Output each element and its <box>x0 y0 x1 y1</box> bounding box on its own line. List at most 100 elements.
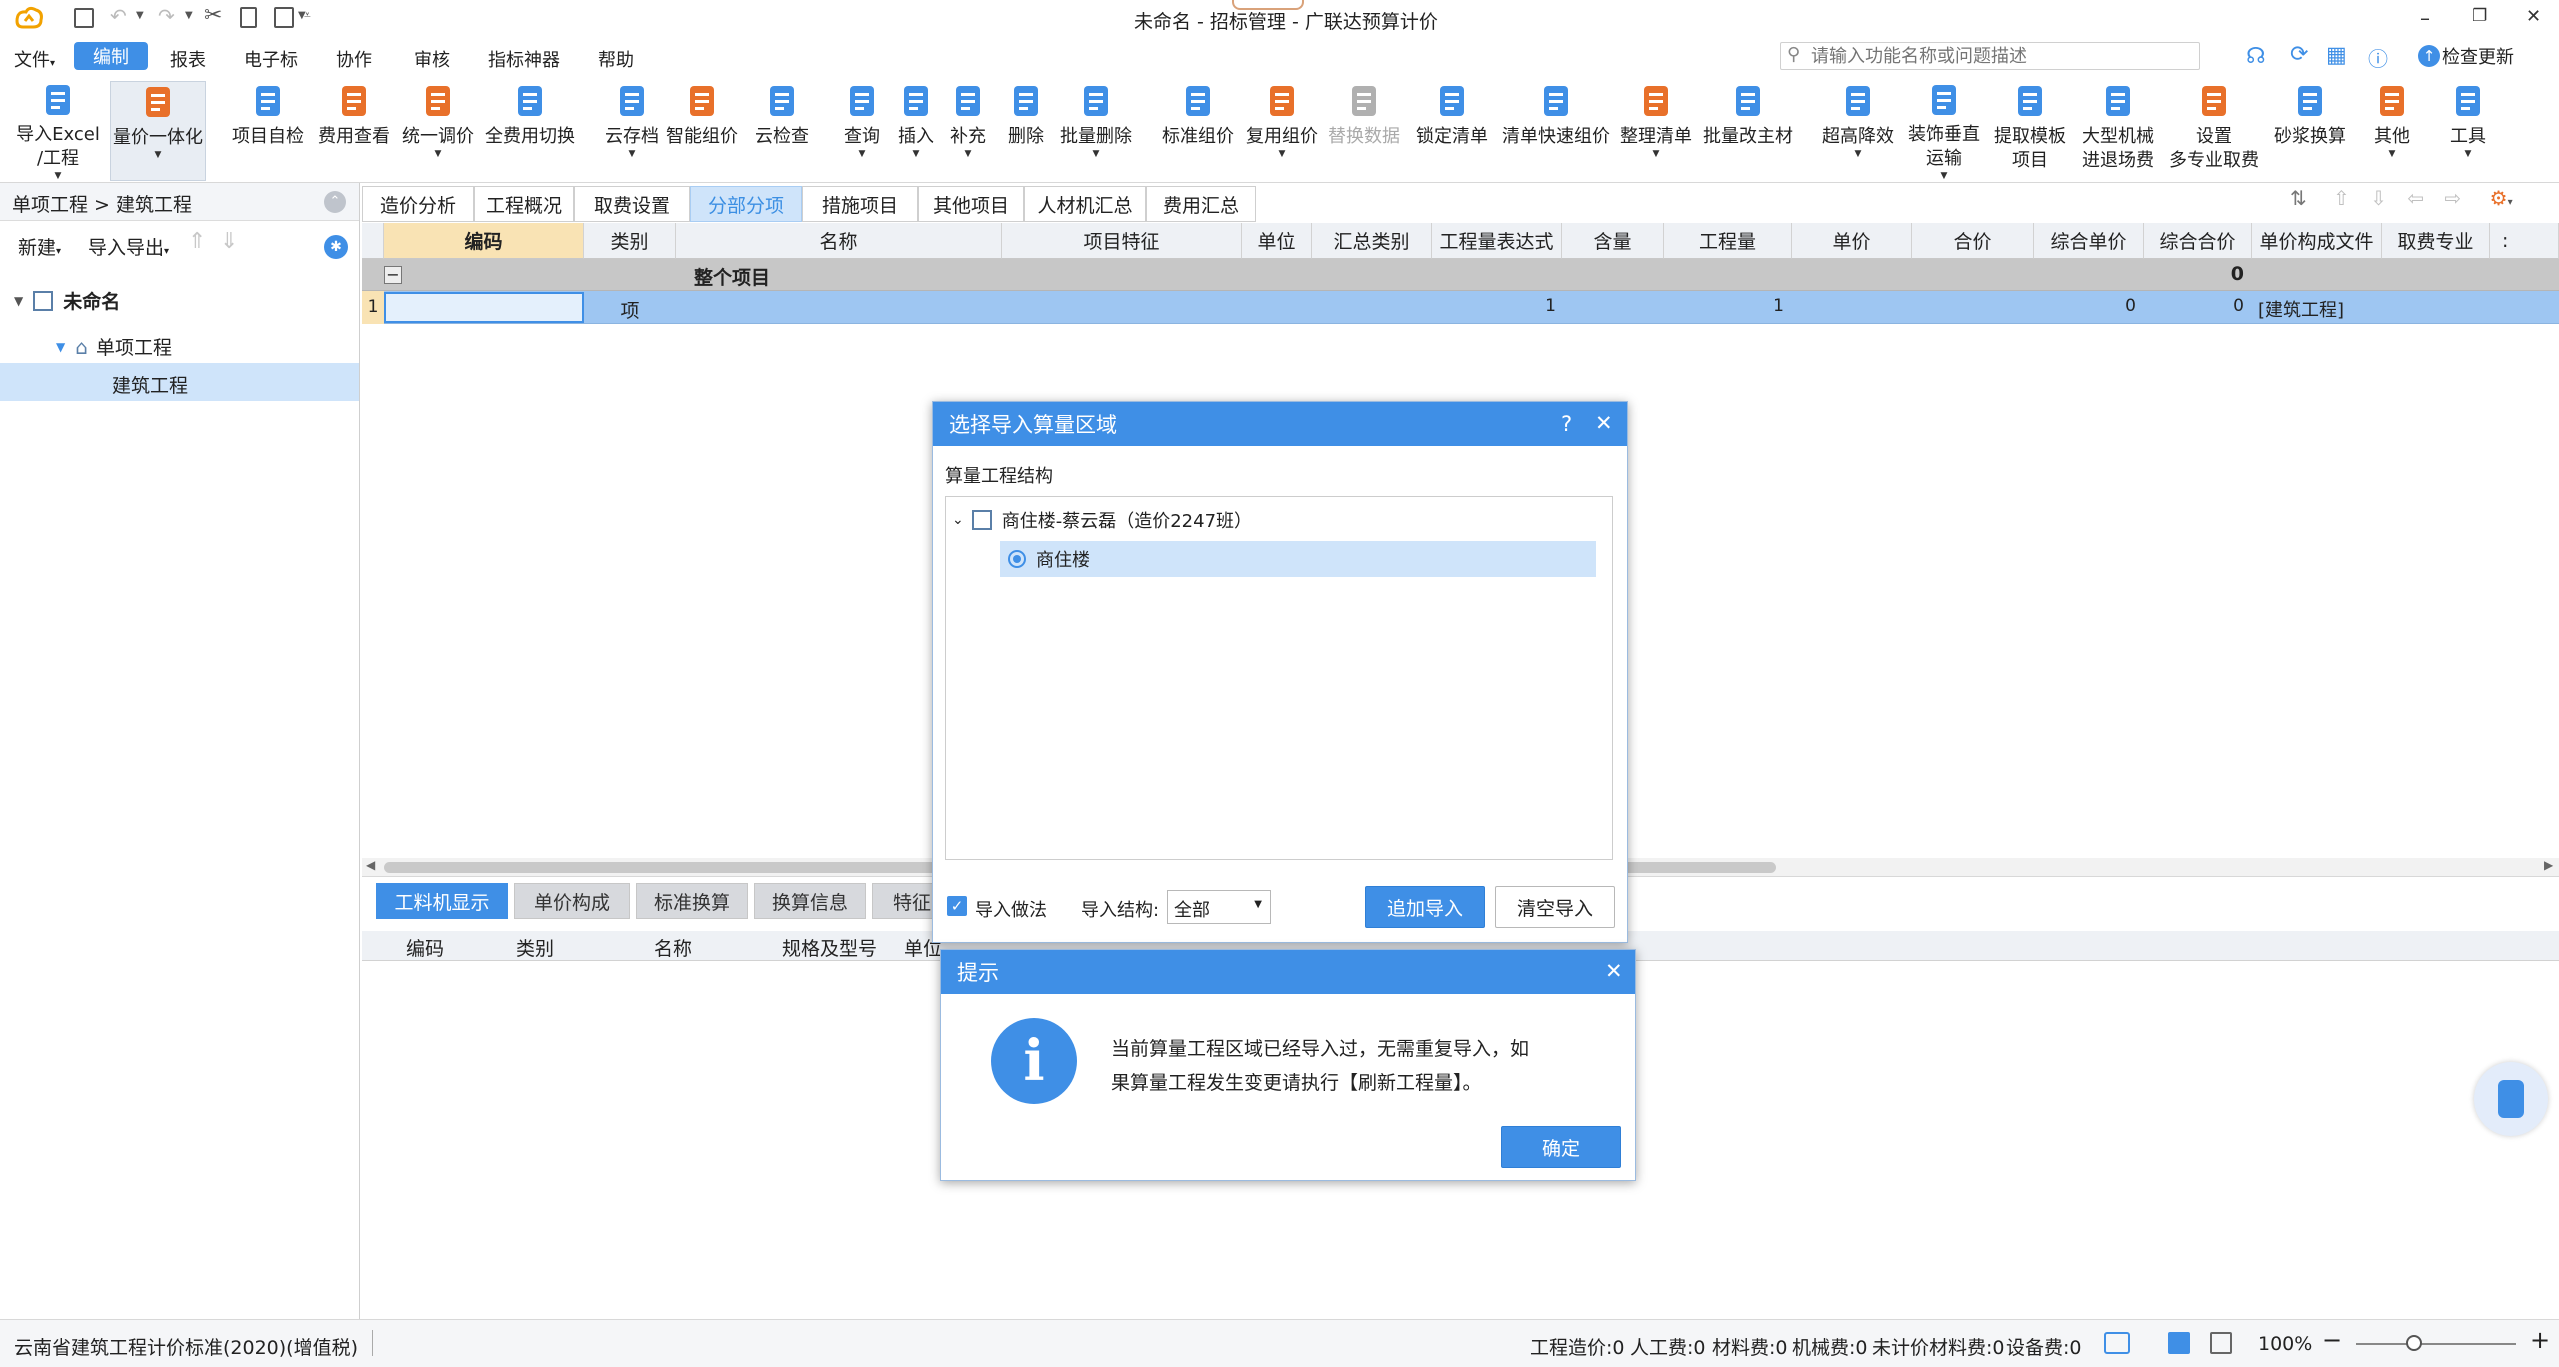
menu-e-bid[interactable]: 电子标 <box>244 46 298 72</box>
floating-assistant-button[interactable] <box>2474 1062 2548 1136</box>
move-down-icon[interactable]: ⇓ <box>220 229 238 254</box>
dropdown-arrow-icon[interactable]: ▼ <box>1093 149 1100 159</box>
redo-dropdown-icon[interactable]: ▼ <box>185 10 193 21</box>
bottom-col-code[interactable]: 编码 <box>406 934 444 961</box>
align-icon[interactable]: ⇅ <box>2290 186 2307 210</box>
col-header-summary-type[interactable]: 汇总类别 <box>1312 223 1432 259</box>
collapse-panel-icon[interactable]: ⌃ <box>324 191 346 213</box>
col-header-composite-unit-price[interactable]: 综合单价 <box>2034 223 2144 259</box>
dropdown-arrow-icon[interactable]: ▼ <box>435 149 442 159</box>
headset-icon[interactable]: ☊ <box>2246 44 2266 69</box>
tree-item-building-project[interactable]: 建筑工程 <box>0 363 359 401</box>
zoom-slider[interactable] <box>2356 1343 2516 1345</box>
check-update-button[interactable]: ↑ 检查更新 <box>2418 43 2514 69</box>
apps-icon[interactable]: ▦ <box>2326 43 2347 68</box>
ribbon-lock-list-button[interactable]: 锁定清单 <box>1392 81 1512 181</box>
col-header-composite-total[interactable]: 综合合价 <box>2144 223 2252 259</box>
paste-icon[interactable] <box>274 7 294 28</box>
dropdown-arrow-icon[interactable]: ▼ <box>629 149 636 159</box>
tree-root-item[interactable]: ⌄ 商住楼-蔡云磊（造价2247班） <box>952 507 1252 533</box>
menu-collaborate[interactable]: 协作 <box>336 46 372 72</box>
ok-button[interactable]: 确定 <box>1501 1126 1621 1168</box>
tab-unit-price-composition[interactable]: 单价构成 <box>514 883 630 919</box>
redo-icon[interactable]: ↷ <box>158 4 175 28</box>
menu-help[interactable]: 帮助 <box>598 46 634 72</box>
restore-button[interactable]: ❐ <box>2472 6 2487 26</box>
col-header-type[interactable]: 类别 <box>584 223 676 259</box>
move-down-icon[interactable]: ⇩ <box>2370 186 2387 210</box>
dropdown-arrow-icon[interactable]: ▼ <box>1941 171 1948 181</box>
collapse-toggle-icon[interactable]: − <box>384 266 402 284</box>
col-header-quantity[interactable]: 工程量 <box>1664 223 1792 259</box>
tab-fee-settings[interactable]: 取费设置 <box>574 186 690 222</box>
col-header-code[interactable]: 编码 <box>384 223 584 259</box>
minimize-button[interactable]: – <box>2420 6 2430 30</box>
ribbon-tools-button[interactable]: 工具 ▼ <box>2408 81 2528 181</box>
copy-icon[interactable] <box>240 7 257 28</box>
save-icon[interactable] <box>74 8 94 28</box>
dropdown-arrow-icon[interactable]: ▼ <box>1653 149 1660 159</box>
grid-total-row[interactable]: − 整个项目 0 <box>362 259 2559 291</box>
dropdown-arrow-icon[interactable]: ▼ <box>155 150 162 160</box>
new-button[interactable]: 新建▾ <box>18 233 61 260</box>
col-header-features[interactable]: 项目特征 <box>1002 223 1242 259</box>
close-button[interactable]: ✕ <box>2526 6 2541 27</box>
tab-other-items[interactable]: 其他项目 <box>918 186 1024 222</box>
import-method-checkbox[interactable]: ✓ <box>947 896 967 916</box>
col-header-price-file[interactable]: 单价构成文件 <box>2252 223 2382 259</box>
tab-cost-analysis[interactable]: 造价分析 <box>362 186 474 222</box>
radio-selected-icon[interactable] <box>1008 550 1026 568</box>
tab-standard-conversion[interactable]: 标准换算 <box>636 883 748 919</box>
view-mode-2-icon[interactable] <box>2210 1332 2232 1354</box>
undo-icon[interactable]: ↶ <box>110 4 127 28</box>
move-left-icon[interactable]: ⇦ <box>2407 186 2424 210</box>
help-button[interactable]: ? <box>1561 412 1572 436</box>
quick-access-customize-icon[interactable]: ⩡ <box>304 8 311 23</box>
bottom-col-name[interactable]: 名称 <box>654 934 692 961</box>
import-structure-select[interactable]: 全部 ▼ <box>1167 890 1271 924</box>
tab-conversion-info[interactable]: 换算信息 <box>754 883 866 919</box>
col-header-content[interactable]: 含量 <box>1562 223 1664 259</box>
tree-item-single-project[interactable]: ▼ ⌂ 单项工程 <box>56 333 172 360</box>
move-up-icon[interactable]: ⇑ <box>188 229 206 254</box>
search-input[interactable] <box>1811 45 2191 67</box>
col-header-fee-specialty[interactable]: 取费专业 <box>2382 223 2490 259</box>
column-settings-icon[interactable]: ⚙ <box>2490 186 2508 210</box>
tab-fee-summary[interactable]: 费用汇总 <box>1146 186 1256 222</box>
undo-dropdown-icon[interactable]: ▼ <box>136 10 144 21</box>
refresh-icon[interactable]: ⟳ <box>2290 42 2308 67</box>
tab-labor-material-machine[interactable]: 工料机显示 <box>376 883 508 919</box>
dropdown-arrow-icon[interactable]: ▼ <box>55 171 62 181</box>
clear-import-button[interactable]: 清空导入 <box>1495 886 1615 928</box>
ribbon-import-excel-button[interactable]: 导入Excel/工程 ▼ <box>0 81 118 181</box>
expand-arrow-icon[interactable]: ▼ <box>14 294 23 308</box>
scroll-left-icon[interactable]: ◀ <box>366 858 375 872</box>
close-button[interactable]: ✕ <box>1595 411 1613 435</box>
dropdown-arrow-icon[interactable]: ▼ <box>2465 149 2472 159</box>
tab-measures[interactable]: 措施项目 <box>802 186 918 222</box>
move-right-icon[interactable]: ⇨ <box>2445 186 2462 210</box>
col-header-unit[interactable]: 单位 <box>1242 223 1312 259</box>
tab-labor-material-summary[interactable]: 人材机汇总 <box>1024 186 1146 222</box>
tree-child-item[interactable]: 商住楼 <box>1000 541 1596 577</box>
dropdown-arrow-icon[interactable]: ▼ <box>2389 149 2396 159</box>
col-header-name[interactable]: 名称 <box>676 223 1002 259</box>
tab-project-overview[interactable]: 工程概况 <box>474 186 574 222</box>
panel-settings-icon[interactable]: ✱ <box>324 235 348 259</box>
search-box[interactable]: ⚲ <box>1780 42 2200 70</box>
col-header-unit-price[interactable]: 单价 <box>1792 223 1912 259</box>
ribbon-integration-button[interactable]: 量价一体化 ▼ <box>110 81 206 181</box>
zoom-out-button[interactable]: − <box>2322 1326 2342 1354</box>
ribbon-batch-material-button[interactable]: 批量改主材 <box>1688 81 1808 181</box>
close-button[interactable]: ✕ <box>1605 959 1623 983</box>
append-import-button[interactable]: 追加导入 <box>1365 886 1485 928</box>
bottom-col-type[interactable]: 类别 <box>516 934 554 961</box>
tree-root[interactable]: ▼ 未命名 <box>14 287 120 314</box>
menu-file[interactable]: 文件▾ <box>14 46 55 72</box>
expand-arrow-icon[interactable]: ▼ <box>56 340 65 354</box>
menu-report[interactable]: 报表 <box>170 46 206 72</box>
col-header-qty-expression[interactable]: 工程量表达式 <box>1432 223 1562 259</box>
keyboard-icon[interactable] <box>2104 1332 2130 1354</box>
zoom-slider-handle[interactable] <box>2406 1335 2422 1351</box>
grid-row[interactable]: 1 项 1 1 0 0 [建筑工程] <box>362 291 2559 324</box>
